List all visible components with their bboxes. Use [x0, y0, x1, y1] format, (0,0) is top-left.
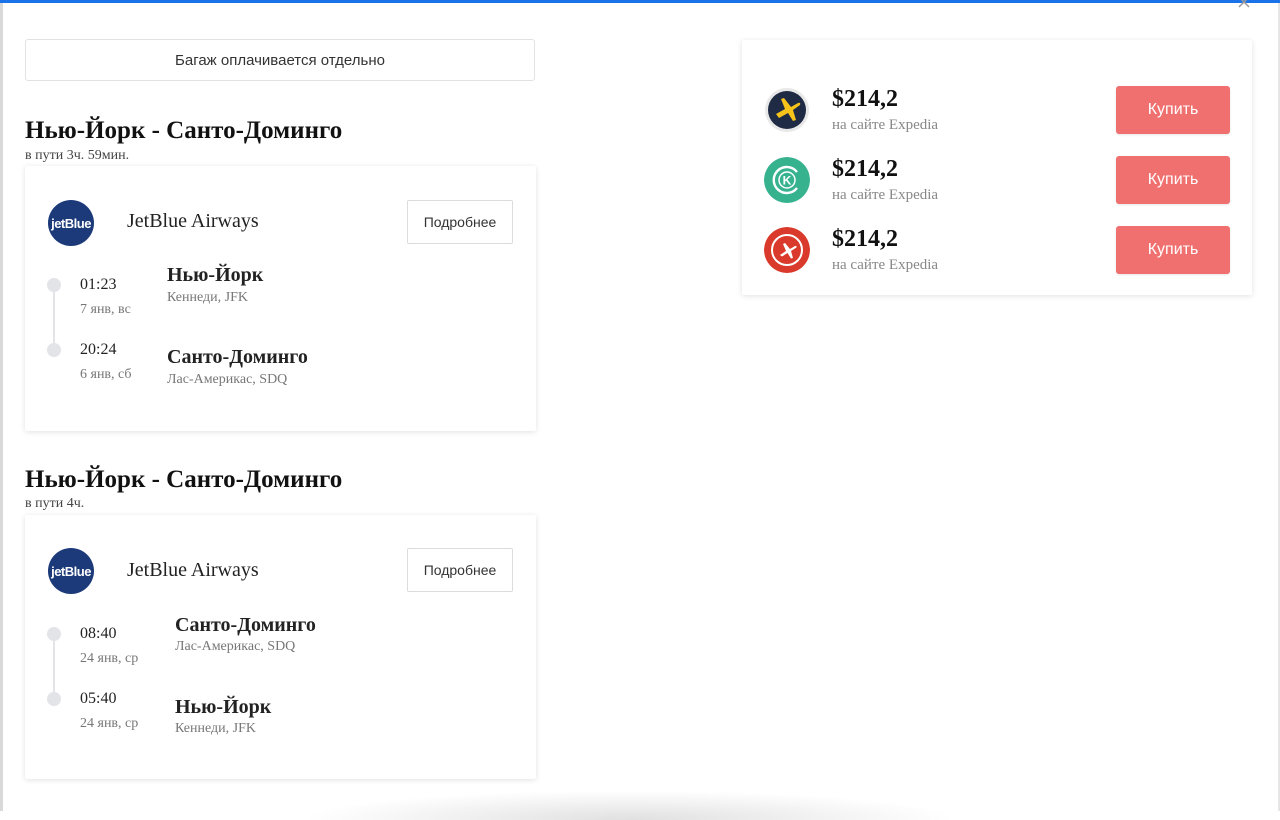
details-button[interactable]: Подробнее	[407, 548, 513, 592]
offers-panel: $214,2 на сайте Expedia Купить K $214,2 …	[742, 40, 1252, 295]
offer-site: на сайте Expedia	[832, 117, 939, 133]
arrival-time: 05:40	[80, 690, 117, 707]
buy-button[interactable]: Купить	[1116, 226, 1230, 274]
modal-left-edge	[0, 3, 3, 811]
timeline-line	[53, 639, 55, 699]
buy-button[interactable]: Купить	[1116, 156, 1230, 204]
airline-name: JetBlue Airways	[127, 210, 259, 232]
red-plane-icon	[764, 227, 810, 273]
window-top-accent	[0, 0, 1280, 3]
departure-time: 08:40	[80, 625, 117, 642]
offer-price: $214,2	[832, 86, 898, 112]
bottom-shadow	[300, 790, 960, 820]
timeline-dot	[47, 692, 61, 706]
svg-text:K: K	[783, 174, 792, 188]
timeline-line	[53, 290, 55, 350]
departure-city: Санто-Доминго	[175, 614, 316, 636]
departure-airport: Кеннеди, JFK	[167, 290, 248, 305]
offer-row: $214,2 на сайте Expedia Купить	[742, 84, 1252, 144]
timeline-dot	[47, 278, 61, 292]
arrival-airport: Лас-Америкас, SDQ	[167, 372, 288, 387]
flight-card: jetBlue JetBlue Airways Подробнее 08:40 …	[25, 515, 536, 779]
flight-card: jetBlue JetBlue Airways Подробнее 01:23 …	[25, 166, 536, 431]
offer-site: на сайте Expedia	[832, 257, 939, 273]
route-duration: в пути 4ч.	[25, 496, 85, 511]
airline-name: JetBlue Airways	[127, 559, 259, 581]
timeline-dot	[47, 343, 61, 357]
close-icon[interactable]	[1236, 0, 1252, 10]
departure-date: 24 янв, ср	[80, 651, 139, 666]
jetblue-logo-icon: jetBlue	[48, 200, 94, 246]
departure-airport: Лас-Америкас, SDQ	[175, 639, 296, 654]
offer-row: $214,2 на сайте Expedia Купить	[742, 224, 1252, 284]
arrival-date: 6 янв, сб	[80, 367, 132, 382]
timeline-dot	[47, 627, 61, 641]
offer-price: $214,2	[832, 226, 898, 252]
arrival-city: Санто-Доминго	[167, 346, 308, 368]
departure-city: Нью-Йорк	[167, 264, 264, 286]
arrival-date: 24 янв, ср	[80, 716, 139, 731]
arrival-city: Нью-Йорк	[175, 696, 272, 718]
jetblue-logo-icon: jetBlue	[48, 548, 94, 594]
departure-date: 7 янв, вс	[80, 302, 131, 317]
route-title: Нью-Йорк - Санто-Доминго	[25, 117, 343, 144]
departure-time: 01:23	[80, 276, 117, 293]
offer-row: K $214,2 на сайте Expedia Купить	[742, 154, 1252, 214]
offer-site: на сайте Expedia	[832, 187, 939, 203]
offer-price: $214,2	[832, 156, 898, 182]
arrival-time: 20:24	[80, 341, 117, 358]
baggage-notice: Багаж оплачивается отдельно	[25, 39, 535, 81]
buy-button[interactable]: Купить	[1116, 86, 1230, 134]
route-title: Нью-Йорк - Санто-Доминго	[25, 466, 343, 493]
expedia-plane-icon	[765, 88, 809, 132]
arrival-airport: Кеннеди, JFK	[175, 721, 256, 736]
details-button[interactable]: Подробнее	[407, 200, 513, 244]
kayak-k-icon: K	[764, 157, 810, 203]
route-duration: в пути 3ч. 59мин.	[25, 148, 130, 163]
